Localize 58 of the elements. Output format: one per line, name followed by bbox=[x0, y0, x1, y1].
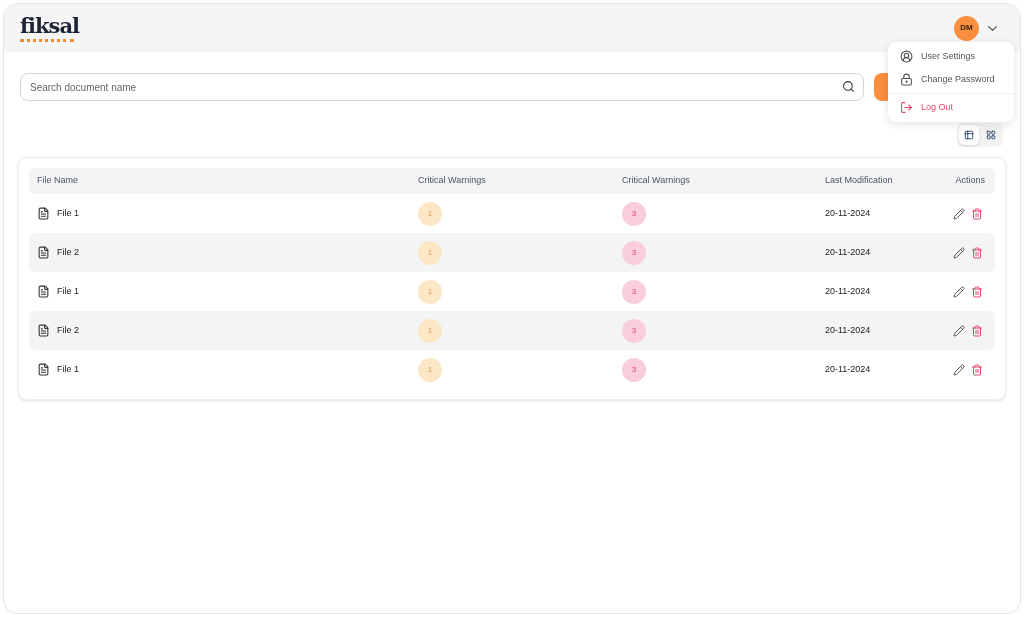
column-header: File Name bbox=[37, 174, 79, 188]
delete-button[interactable] bbox=[971, 246, 983, 259]
table-row[interactable]: File 1 1 3 20-11-2024 bbox=[29, 272, 995, 311]
document-icon bbox=[37, 285, 50, 298]
warning-count-badge: 1 bbox=[418, 201, 442, 226]
table-row[interactable]: File 2 1 3 20-11-2024 bbox=[29, 233, 995, 272]
warning-count-badge: 1 bbox=[418, 318, 442, 343]
modified-date: 20-11-2024 bbox=[825, 284, 872, 298]
warning-count-badge: 1 bbox=[418, 279, 442, 304]
menu-item[interactable]: Change Password bbox=[888, 68, 1014, 91]
user-avatar[interactable]: DM bbox=[954, 15, 979, 41]
column-header: Actions bbox=[955, 174, 986, 188]
edit-button[interactable] bbox=[953, 285, 965, 298]
edit-button[interactable] bbox=[953, 207, 965, 220]
logout-icon bbox=[900, 101, 913, 114]
modified-date: 20-11-2024 bbox=[825, 206, 872, 220]
table-row[interactable]: File 2 1 3 20-11-2024 bbox=[29, 311, 995, 350]
menu-item[interactable]: Log Out bbox=[888, 96, 1014, 119]
table-view-icon bbox=[964, 130, 974, 140]
critical-count-badge: 3 bbox=[622, 240, 646, 265]
critical-count-badge: 3 bbox=[622, 357, 646, 382]
file-name: File 1 bbox=[57, 362, 79, 376]
logo[interactable]: fiksal bbox=[20, 14, 79, 42]
document-icon bbox=[37, 246, 50, 259]
file-name: File 2 bbox=[57, 323, 79, 337]
table-row[interactable]: File 1 1 3 20-11-2024 bbox=[29, 350, 995, 389]
edit-button[interactable] bbox=[953, 363, 965, 376]
document-icon bbox=[37, 324, 50, 337]
view-toggle-button[interactable] bbox=[959, 125, 979, 145]
warning-count-badge: 1 bbox=[418, 357, 442, 382]
column-header: Last Modification bbox=[825, 174, 894, 188]
modified-date: 20-11-2024 bbox=[825, 323, 872, 337]
file-name: File 1 bbox=[57, 284, 79, 298]
column-header: Critical Warnings bbox=[622, 174, 691, 188]
menu-item[interactable]: User Settings bbox=[888, 45, 1014, 68]
file-name: File 2 bbox=[57, 245, 79, 259]
search-icon[interactable] bbox=[842, 80, 855, 93]
column-header: Critical Warnings bbox=[418, 174, 487, 188]
critical-count-badge: 3 bbox=[622, 318, 646, 343]
document-icon bbox=[37, 363, 50, 376]
critical-count-badge: 3 bbox=[622, 201, 646, 226]
critical-count-badge: 3 bbox=[622, 279, 646, 304]
delete-button[interactable] bbox=[971, 363, 983, 376]
edit-button[interactable] bbox=[953, 324, 965, 337]
warning-count-badge: 1 bbox=[418, 240, 442, 265]
file-name: File 1 bbox=[57, 206, 79, 220]
delete-button[interactable] bbox=[971, 207, 983, 220]
delete-button[interactable] bbox=[971, 324, 983, 337]
document-icon bbox=[37, 207, 50, 220]
lock-icon bbox=[900, 73, 913, 86]
edit-button[interactable] bbox=[953, 246, 965, 259]
modified-date: 20-11-2024 bbox=[825, 362, 872, 376]
user-circle-icon bbox=[900, 50, 913, 63]
grid-view-icon bbox=[986, 130, 996, 140]
modified-date: 20-11-2024 bbox=[825, 245, 872, 259]
search-field[interactable]: Search document name bbox=[20, 73, 864, 101]
table-row[interactable]: File 1 1 3 20-11-2024 bbox=[29, 194, 995, 233]
delete-button[interactable] bbox=[971, 285, 983, 298]
